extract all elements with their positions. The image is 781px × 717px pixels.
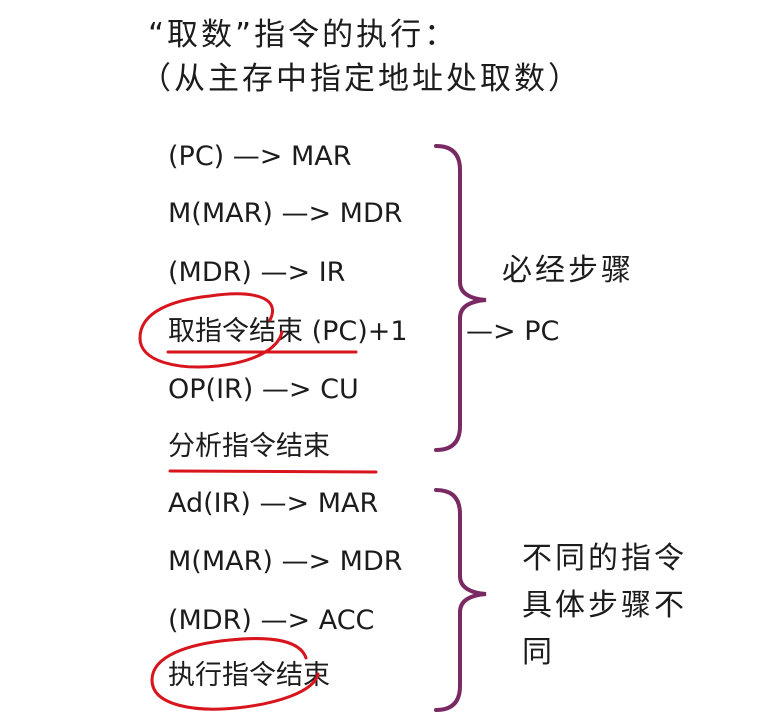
underline-decode-end (168, 469, 378, 474)
brace-varying (434, 488, 487, 712)
title-line-1: “取数”指令的执行： (148, 17, 459, 53)
step-fetch-end: 取指令结束 (PC)+1 (168, 316, 408, 347)
step-mem-to-mdr: M(MAR) —> MDR (168, 198, 403, 229)
step-ad-to-mar: Ad(IR) —> MAR (168, 488, 379, 519)
step-pc-to-mar: (PC) —> MAR (168, 141, 352, 172)
label-required-steps: 必经步骤 (502, 253, 634, 288)
step-mdr-to-ir: (MDR) —> IR (168, 257, 346, 288)
step-mdr-to-acc: (MDR) —> ACC (168, 605, 375, 636)
brace-required (434, 144, 487, 452)
title-line-2: （从主存中指定地址处取数） (140, 61, 582, 97)
pc-arrow-target: —> PC (466, 316, 560, 347)
label-varying-steps: 不同的指令具体步骤不同 (522, 541, 687, 670)
step-mem-to-mdr-2: M(MAR) —> MDR (168, 546, 403, 577)
step-decode-end: 分析指令结束 (168, 431, 330, 462)
step-op-to-cu: OP(IR) —> CU (168, 374, 359, 405)
step-execute-end: 执行指令结束 (168, 660, 330, 691)
